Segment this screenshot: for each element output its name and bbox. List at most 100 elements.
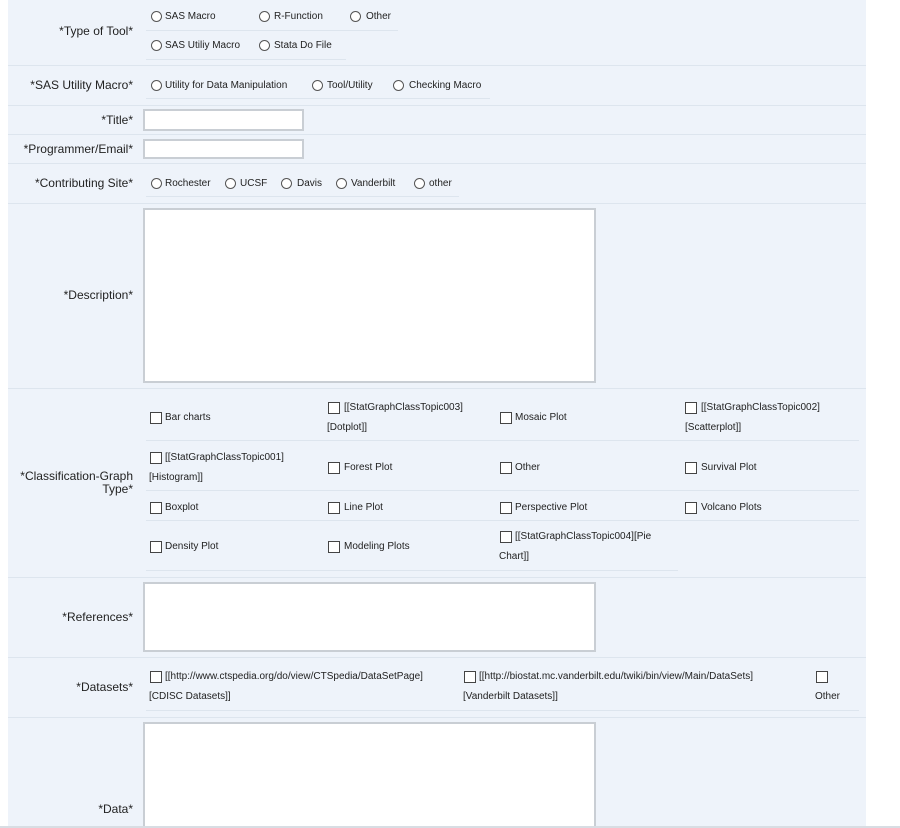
classification-label: *Classification-Graph Type* xyxy=(8,470,133,496)
radio-label-other-tool: Other xyxy=(366,11,392,22)
type-of-tool-label: *Type of Tool* xyxy=(59,24,133,38)
checkbox-boxplot[interactable] xyxy=(150,502,162,514)
checkbox-survival-plot[interactable] xyxy=(685,462,697,474)
radio-checking-macro[interactable] xyxy=(393,80,404,91)
radio-other-site[interactable] xyxy=(414,178,425,189)
checkbox-label-other-datasets: Other xyxy=(815,691,841,702)
radio-other-tool[interactable] xyxy=(350,11,361,22)
radio-label-rochester: Rochester xyxy=(165,178,211,189)
title-input[interactable] xyxy=(143,109,304,131)
radio-davis[interactable] xyxy=(281,178,292,189)
divider xyxy=(146,570,678,571)
radio-sas-macro[interactable] xyxy=(151,11,162,22)
checkbox-label-dotplot-line2: [Dotplot]] xyxy=(327,422,368,433)
radio-label-utility-data-manipulation: Utility for Data Manipulation xyxy=(165,80,288,91)
checkbox-label-vanderbilt-line1: [[http://biostat.mc.vanderbilt.edu/twiki… xyxy=(479,671,754,682)
radio-label-checking-macro: Checking Macro xyxy=(409,80,482,91)
checkbox-label-bar-charts: Bar charts xyxy=(165,412,211,423)
checkbox-other-graph[interactable] xyxy=(500,462,512,474)
checkbox-label-density-plot: Density Plot xyxy=(165,541,219,552)
checkbox-label-mosaic-plot: Mosaic Plot xyxy=(515,412,567,423)
checkbox-cdisc-datasets[interactable] xyxy=(150,671,162,683)
radio-utility-data-manipulation[interactable] xyxy=(151,80,162,91)
checkbox-label-cdisc-line1: [[http://www.ctspedia.org/do/view/CTSped… xyxy=(165,671,423,682)
programmer-row: *Programmer/Email* xyxy=(8,134,866,164)
radio-stata-do-file[interactable] xyxy=(259,40,270,51)
checkbox-dotplot[interactable] xyxy=(328,402,340,414)
tool-submission-form: *Type of Tool* SAS Macro R-Function Othe… xyxy=(8,0,866,828)
divider xyxy=(146,440,859,441)
checkbox-label-survival-plot: Survival Plot xyxy=(701,462,757,473)
radio-ucsf[interactable] xyxy=(225,178,236,189)
divider xyxy=(146,98,490,99)
programmer-email-label: *Programmer/Email* xyxy=(23,142,133,156)
checkbox-scatterplot[interactable] xyxy=(685,402,697,414)
checkbox-label-forest-plot: Forest Plot xyxy=(344,462,393,473)
divider xyxy=(146,59,346,60)
checkbox-volcano-plots[interactable] xyxy=(685,502,697,514)
checkbox-label-boxplot: Boxplot xyxy=(165,502,199,513)
checkbox-mosaic-plot[interactable] xyxy=(500,412,512,424)
references-label: *References* xyxy=(62,610,133,624)
checkbox-bar-charts[interactable] xyxy=(150,412,162,424)
checkbox-other-datasets[interactable] xyxy=(816,671,828,683)
radio-label-sas-utility-macro: SAS Utiliy Macro xyxy=(165,40,241,51)
checkbox-modeling-plots[interactable] xyxy=(328,541,340,553)
radio-tool-utility[interactable] xyxy=(312,80,323,91)
checkbox-label-histogram-line1: [[StatGraphClassTopic001] xyxy=(165,452,284,463)
divider xyxy=(146,196,459,197)
divider xyxy=(146,710,859,711)
checkbox-pie-chart[interactable] xyxy=(500,531,512,543)
checkbox-label-cdisc-line2: [CDISC Datasets]] xyxy=(149,691,231,702)
radio-label-tool-utility: Tool/Utility xyxy=(327,80,373,91)
description-label: *Description* xyxy=(63,288,133,302)
checkbox-label-pie-chart-line2: Chart]] xyxy=(499,551,530,562)
checkbox-label-pie-chart-line1: [[StatGraphClassTopic004][Pie xyxy=(515,531,652,542)
radio-vanderbilt[interactable] xyxy=(336,178,347,189)
radio-label-other-site: other xyxy=(429,178,452,189)
checkbox-label-vanderbilt-line2: [Vanderbilt Datasets]] xyxy=(463,691,558,702)
radio-sas-utility-macro[interactable] xyxy=(151,40,162,51)
checkbox-vanderbilt-datasets[interactable] xyxy=(464,671,476,683)
checkbox-line-plot[interactable] xyxy=(328,502,340,514)
checkbox-density-plot[interactable] xyxy=(150,541,162,553)
references-row: *References* xyxy=(8,577,866,658)
divider xyxy=(146,490,859,491)
divider xyxy=(146,520,859,521)
description-row: *Description* xyxy=(8,203,866,389)
checkbox-label-scatterplot-line1: [[StatGraphClassTopic002] xyxy=(701,402,820,413)
checkbox-label-line-plot: Line Plot xyxy=(344,502,383,513)
classification-row: *Classification-Graph Type* Bar charts [… xyxy=(8,388,866,578)
radio-label-sas-macro: SAS Macro xyxy=(165,11,216,22)
programmer-email-input[interactable] xyxy=(143,139,304,159)
datasets-row: *Datasets* [[http://www.ctspedia.org/do/… xyxy=(8,657,866,718)
checkbox-label-histogram-line2: [Histogram]] xyxy=(149,472,203,483)
contributing-site-row: *Contributing Site* Rochester UCSF Davis… xyxy=(8,163,866,204)
checkbox-forest-plot[interactable] xyxy=(328,462,340,474)
checkbox-label-scatterplot-line2: [Scatterplot]] xyxy=(685,422,742,433)
data-row: *Data* xyxy=(8,717,866,828)
references-textarea[interactable] xyxy=(143,582,596,652)
datasets-label: *Datasets* xyxy=(76,680,133,694)
classification-label-line2: Type* xyxy=(102,482,133,496)
title-row: *Title* xyxy=(8,105,866,135)
type-of-tool-row: *Type of Tool* SAS Macro R-Function Othe… xyxy=(8,0,866,66)
divider xyxy=(146,30,398,31)
sas-utility-macro-row: *SAS Utility Macro* Utility for Data Man… xyxy=(8,65,866,106)
radio-label-vanderbilt: Vanderbilt xyxy=(351,178,396,189)
data-label: *Data* xyxy=(98,802,133,816)
checkbox-label-perspective-plot: Perspective Plot xyxy=(515,502,588,513)
radio-r-function[interactable] xyxy=(259,11,270,22)
radio-label-davis: Davis xyxy=(297,178,323,189)
checkbox-label-other-graph: Other xyxy=(515,462,541,473)
radio-label-ucsf: UCSF xyxy=(240,178,268,189)
checkbox-histogram[interactable] xyxy=(150,452,162,464)
contributing-site-label: *Contributing Site* xyxy=(34,176,133,190)
data-textarea[interactable] xyxy=(143,722,596,828)
checkbox-perspective-plot[interactable] xyxy=(500,502,512,514)
title-label: *Title* xyxy=(101,113,133,127)
radio-rochester[interactable] xyxy=(151,178,162,189)
checkbox-label-dotplot-line1: [[StatGraphClassTopic003] xyxy=(344,402,463,413)
description-textarea[interactable] xyxy=(143,208,596,383)
radio-label-stata-do-file: Stata Do File xyxy=(274,40,332,51)
